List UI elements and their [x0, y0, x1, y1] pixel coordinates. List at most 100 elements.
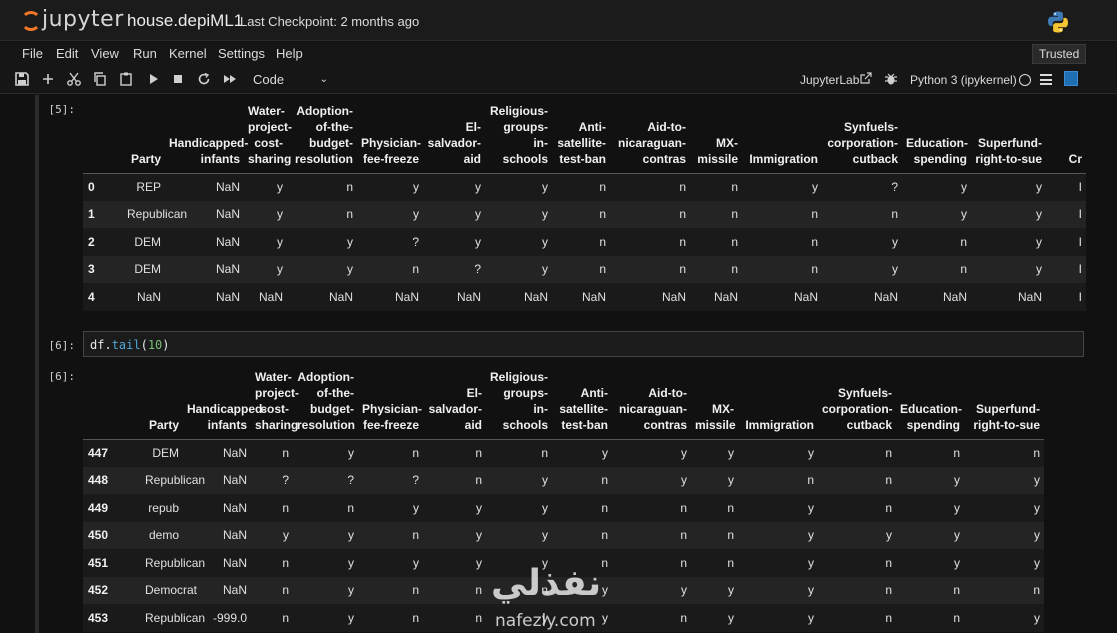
property-inspector-icon[interactable]	[1064, 71, 1078, 86]
python-logo-icon	[1048, 11, 1068, 33]
table-row: 449 repub NaN n n y y y n n n y n y y	[83, 494, 1044, 522]
table-cell: y	[886, 528, 892, 543]
table-cell: n	[599, 262, 606, 277]
cut-icon[interactable]	[66, 71, 82, 87]
table-cell: y	[475, 234, 481, 249]
table-cell: n	[679, 207, 686, 222]
table-cell: NaN	[713, 289, 738, 304]
row-index: 450	[88, 528, 109, 543]
table-cell: n	[1033, 583, 1040, 598]
table-cell: n	[885, 555, 892, 570]
row-index: 448	[88, 473, 109, 488]
table-cell: n	[727, 555, 734, 570]
paste-icon[interactable]	[118, 71, 134, 87]
table-cell: y	[1034, 473, 1040, 488]
table-cell: n	[953, 446, 960, 460]
table-cell: y	[347, 262, 353, 277]
stop-icon[interactable]	[170, 71, 186, 87]
cell-type-value: Code	[253, 72, 285, 87]
table-cell: n	[412, 583, 419, 598]
table-cell: y	[476, 528, 482, 543]
jupyterlab-link[interactable]: JupyterLab	[800, 73, 859, 87]
table-cell: NaN	[793, 289, 818, 304]
table-cell: n	[599, 207, 606, 222]
column-header: Party	[130, 151, 161, 166]
menu-edit[interactable]: Edit	[56, 46, 78, 61]
table-cell: y	[542, 207, 548, 222]
menu-help[interactable]: Help	[276, 46, 303, 61]
table-cell: y	[808, 528, 814, 543]
column-header: Superfund-right-to-sue	[973, 401, 1040, 432]
column-header: MX-missile	[695, 401, 736, 432]
notebook-title[interactable]: house.depiML1	[127, 11, 243, 31]
table-cell: y	[277, 234, 283, 249]
table-cell: n	[731, 262, 738, 277]
table-row: 1 Republican NaN y n y y y n n n n n y y I	[83, 200, 1086, 228]
table-cell: I	[1078, 289, 1082, 304]
table-cell: y	[961, 207, 967, 222]
index-header	[83, 367, 141, 439]
cell-type-select[interactable]: Code ⌄	[248, 70, 334, 90]
add-cell-icon[interactable]	[40, 71, 56, 87]
jupyter-logo[interactable]: jupyter	[18, 7, 123, 35]
row-index: 1	[88, 207, 95, 222]
menu-kernel[interactable]: Kernel	[169, 46, 207, 61]
table-cell: n	[1033, 446, 1040, 460]
table-cell: y	[475, 180, 481, 194]
table-cell: ?	[347, 473, 354, 488]
column-header: Education-spending	[906, 135, 968, 166]
table-cell: y	[277, 180, 283, 194]
column-header: MX-missile	[697, 135, 738, 166]
table-cell: y	[542, 262, 548, 277]
table-cell: y	[1034, 528, 1040, 543]
menu-icon[interactable]	[1040, 74, 1052, 85]
jupyter-logo-text: jupyter	[42, 7, 124, 32]
table-row: 0 REP NaN y n y y y n n n y? y y I	[83, 173, 1086, 201]
chevron-down-icon: ⌄	[319, 74, 328, 85]
table-cell: n	[731, 207, 738, 222]
column-header: Synfuels-corporation-cutback	[822, 385, 893, 432]
table-cell: y	[728, 610, 734, 625]
table-cell: n	[679, 180, 686, 194]
table-row: 3 DEM NaN y y n? y n n n n y n y I	[83, 255, 1086, 283]
column-header: Party	[148, 417, 179, 432]
table-cell: NaN	[222, 500, 247, 515]
menu-run[interactable]: Run	[133, 46, 157, 61]
table-cell: n	[475, 583, 482, 598]
menu-file[interactable]: File	[22, 46, 43, 61]
trusted-indicator[interactable]: Trusted	[1032, 44, 1087, 64]
notebook-toolbar: Code ⌄ JupyterLab Python 3 (ipykernel)	[0, 66, 1117, 94]
table-cell: Republican	[145, 610, 206, 625]
code-input-cell-6[interactable]: df.tail(10)	[83, 331, 1084, 357]
table-row: 2 DEM NaN y y? y y n n n n y n y I	[83, 228, 1086, 256]
code-text[interactable]: df.tail(10)	[90, 338, 170, 352]
cell-collapser[interactable]	[35, 95, 39, 633]
save-icon[interactable]	[14, 71, 30, 87]
table-cell: I	[1078, 180, 1082, 194]
table-cell: y	[413, 500, 419, 515]
column-header: El-salvador-aid	[428, 385, 482, 432]
kernel-name[interactable]: Python 3 (ipykernel)	[910, 73, 1017, 87]
output-prompt-5: [5]:	[48, 103, 76, 116]
column-header: Anti-satellite-test-ban	[559, 385, 608, 432]
fast-forward-icon[interactable]	[222, 71, 238, 87]
run-icon[interactable]	[145, 71, 161, 87]
table-cell: y	[681, 446, 687, 460]
table-cell: y	[348, 610, 354, 625]
table-cell: ?	[412, 473, 419, 488]
watermark-latin: nafezly.com	[495, 611, 596, 631]
restart-icon[interactable]	[196, 71, 212, 87]
table-cell: y	[954, 528, 960, 543]
table-cell: y	[728, 583, 734, 598]
menu-settings[interactable]: Settings	[218, 46, 265, 61]
scrollbar[interactable]	[1107, 95, 1117, 633]
table-cell: NaN	[136, 289, 161, 304]
table-row: 448 Republican NaN??? n y n y y n n y y	[83, 466, 1044, 494]
table-cell: y	[277, 262, 283, 277]
debugger-icon[interactable]	[884, 72, 898, 86]
external-link-icon[interactable]	[860, 72, 872, 84]
copy-icon[interactable]	[92, 71, 108, 87]
table-cell: Republican	[127, 207, 188, 222]
table-cell: n	[731, 234, 738, 249]
menu-view[interactable]: View	[91, 46, 119, 61]
